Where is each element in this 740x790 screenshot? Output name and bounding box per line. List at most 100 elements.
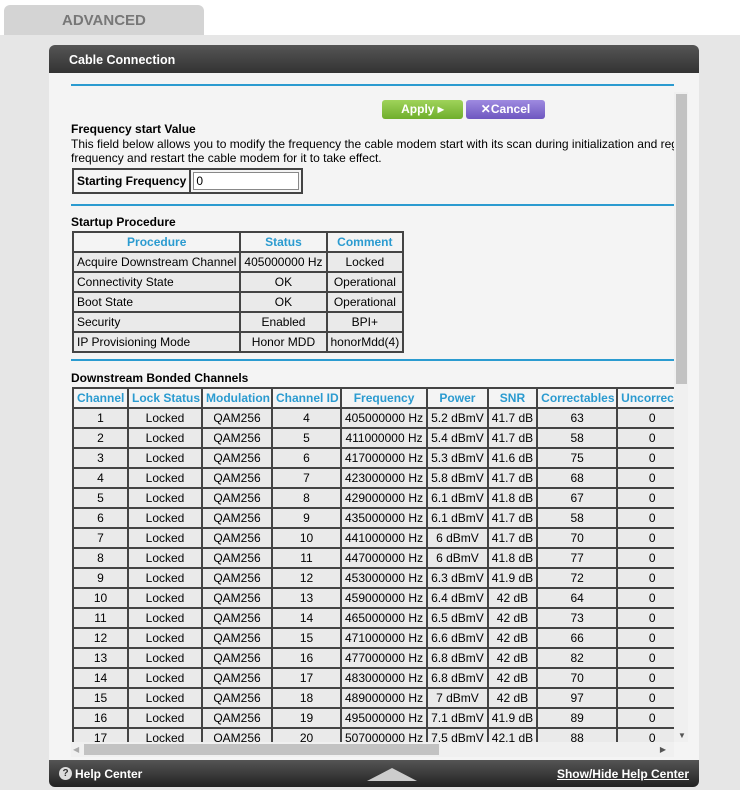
scroll-right-icon[interactable]: ▶ [660, 745, 666, 754]
divider [71, 359, 674, 361]
table-cell: 70 [536, 527, 619, 549]
vertical-scrollbar[interactable]: ▼ [674, 92, 688, 742]
table-cell: 41.7 dB [486, 407, 539, 429]
table-cell: Locked [127, 707, 203, 729]
table-cell: 0 [616, 547, 674, 569]
table-cell: 7 [72, 527, 129, 549]
table-cell: QAM256 [201, 507, 273, 529]
horizontal-scrollbar[interactable]: ◀ ▶ [71, 742, 674, 757]
scroll-down-icon[interactable]: ▼ [678, 731, 686, 740]
table-cell: QAM256 [201, 467, 273, 489]
table-cell: 7 [271, 467, 342, 489]
table-cell: QAM256 [201, 687, 273, 709]
table-cell: 72 [536, 567, 619, 589]
table-cell: BPI+ [325, 311, 405, 333]
table-cell: 453000000 Hz [339, 567, 429, 589]
table-cell: 20 [271, 727, 342, 742]
table-cell: 7 dBmV [426, 687, 489, 709]
table-cell: QAM256 [201, 427, 273, 449]
table-cell: 0 [616, 667, 674, 689]
table-cell: 0 [616, 607, 674, 629]
table-cell: 6.4 dBmV [426, 587, 489, 609]
table-cell: Enabled [239, 311, 328, 333]
table-cell: QAM256 [201, 527, 273, 549]
table-cell: honorMdd(4) [325, 331, 405, 353]
table-cell: 58 [536, 507, 619, 529]
column-header: Comment [325, 231, 405, 253]
table-cell: 41.8 dB [486, 547, 539, 569]
table-cell: 7.5 dBmV [426, 727, 489, 742]
apply-button[interactable]: Apply ▸ [382, 100, 463, 119]
table-cell: Operational [325, 271, 405, 293]
table-cell: 77 [536, 547, 619, 569]
table-cell: Boot State [71, 291, 242, 313]
table-cell: 429000000 Hz [339, 487, 429, 509]
table-cell: 6 dBmV [426, 527, 489, 549]
table-cell: 58 [536, 427, 619, 449]
table-cell: Locked [127, 607, 203, 629]
description-line: This field below allows you to modify th… [71, 137, 674, 151]
scroll-thumb[interactable] [84, 744, 439, 755]
startup-procedure-table: Procedure Status Comment Acquire Downstream… [71, 231, 405, 353]
table-cell: 13 [72, 647, 129, 669]
table-cell: Connectivity State [71, 271, 242, 293]
scroll-thumb[interactable] [676, 94, 687, 384]
table-cell: 42 dB [486, 627, 539, 649]
expand-arrow-icon[interactable] [367, 768, 417, 781]
table-cell: QAM256 [201, 667, 273, 689]
starting-frequency-input[interactable] [193, 172, 300, 190]
help-center-link[interactable]: Help Center [75, 767, 142, 781]
table-cell: 6.8 dBmV [426, 647, 489, 669]
table-cell: 0 [616, 447, 674, 469]
table-cell: 0 [616, 407, 674, 429]
table-cell: 88 [536, 727, 619, 742]
column-header: Power [426, 387, 489, 409]
table-cell: Honor MDD [239, 331, 328, 353]
table-cell: 6.6 dBmV [426, 627, 489, 649]
panel-title: Cable Connection [49, 45, 699, 73]
table-cell: Locked [127, 427, 203, 449]
table-cell: 8 [271, 487, 342, 509]
description-line: frequency and restart the cable modem fo… [71, 151, 382, 165]
table-cell: 42 dB [486, 587, 539, 609]
tab-advanced[interactable]: ADVANCED [4, 5, 204, 36]
table-row: 9 Locked QAM256 12 453000000 Hz 6.3 dBmV 41.9 … [72, 567, 674, 589]
table-cell: Locked [127, 467, 203, 489]
column-header: Frequency [339, 387, 429, 409]
table-cell: Locked [127, 407, 203, 429]
table-cell: 465000000 Hz [339, 607, 429, 629]
column-header: SNR [486, 387, 539, 409]
table-cell: Locked [127, 547, 203, 569]
table-cell: 0 [616, 687, 674, 709]
table-cell: 0 [616, 727, 674, 742]
table-cell: QAM256 [201, 647, 273, 669]
cancel-button[interactable]: ✕Cancel [466, 100, 545, 119]
table-cell: Locked [127, 587, 203, 609]
show-hide-help-center-link[interactable]: Show/Hide Help Center [557, 767, 689, 781]
help-icon[interactable]: ? [59, 767, 72, 780]
frequency-heading: Frequency start Value [71, 122, 196, 136]
scroll-left-icon[interactable]: ◀ [73, 745, 79, 754]
table-cell: QAM256 [201, 587, 273, 609]
startup-heading: Startup Procedure [71, 215, 176, 229]
table-cell: 68 [536, 467, 619, 489]
table-cell: 17 [271, 667, 342, 689]
table-cell: 19 [271, 707, 342, 729]
table-cell: 11 [72, 607, 129, 629]
table-cell: 0 [616, 427, 674, 449]
table-cell: 6 [271, 447, 342, 469]
table-row: 12 Locked QAM256 15 471000000 Hz 6.6 dBmV 42 d… [72, 627, 674, 649]
table-row: IP Provisioning Mode Honor MDD honorMdd(4) [71, 331, 405, 353]
table-row: 4 Locked QAM256 7 423000000 Hz 5.8 dBmV 41.7 d… [72, 467, 674, 489]
table-cell: OK [239, 291, 328, 313]
table-cell: 97 [536, 687, 619, 709]
table-cell: 42 dB [486, 667, 539, 689]
table-row: 15 Locked QAM256 18 489000000 Hz 7 dBmV 42 dB 9… [72, 687, 674, 709]
table-cell: 0 [616, 707, 674, 729]
table-cell: Locked [127, 447, 203, 469]
table-cell: QAM256 [201, 447, 273, 469]
table-cell: 14 [271, 607, 342, 629]
table-cell: 13 [271, 587, 342, 609]
table-cell: 82 [536, 647, 619, 669]
table-row: 16 Locked QAM256 19 495000000 Hz 7.1 dBmV 41.9… [72, 707, 674, 729]
